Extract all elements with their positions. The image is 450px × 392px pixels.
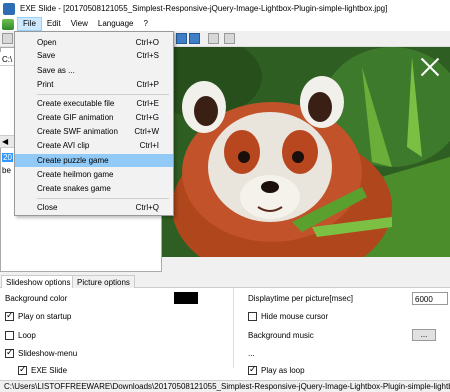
background-color-swatch[interactable] [174, 292, 198, 304]
preview-footer [162, 257, 450, 272]
image-preview [162, 47, 450, 257]
tab-slideshow-options[interactable]: Slideshow options [1, 275, 76, 288]
menu-help[interactable]: ? [138, 17, 152, 31]
previous-icon[interactable] [176, 33, 187, 44]
background-music-label: Background music [248, 331, 314, 340]
exe-slide-option[interactable]: EXE Slide [18, 364, 67, 375]
title-bar: EXE Slide - [20170508121055_Simplest-Res… [0, 0, 450, 17]
background-color-label: Background color [5, 294, 68, 303]
play-as-loop-option[interactable]: Play as loop [248, 364, 305, 375]
menu-item-create-puzzle[interactable]: Create puzzle game [15, 154, 173, 167]
browse-music-button[interactable]: ... [412, 329, 436, 341]
options-tabs: Slideshow options Picture options [0, 274, 450, 288]
app-menu-icon[interactable] [2, 18, 14, 30]
close-icon[interactable] [420, 57, 440, 77]
play-as-loop-checkbox[interactable] [248, 364, 257, 375]
scroll-left-icon[interactable]: ◀ [2, 137, 8, 146]
list-item[interactable]: 20 [2, 153, 13, 162]
play-on-startup-checkbox[interactable] [5, 310, 14, 321]
file-menu-dropdown: Open Ctrl+O Save Ctrl+S Save as ... Prin… [14, 31, 174, 216]
loop-checkbox[interactable] [5, 331, 14, 340]
window-title: EXE Slide - [20170508121055_Simplest-Res… [20, 4, 388, 13]
open-folder-icon[interactable] [2, 33, 13, 44]
menu-edit[interactable]: Edit [42, 17, 66, 31]
menu-item-open[interactable]: Open Ctrl+O [15, 36, 173, 49]
menu-item-create-snakes[interactable]: Create snakes game [15, 182, 173, 195]
displaytime-input[interactable]: 6000 [412, 292, 448, 305]
status-bar: C:\Users\LISTOFFREEWARE\Downloads\201705… [0, 380, 450, 392]
menu-item-create-swf[interactable]: Create SWF animation Ctrl+W [15, 125, 173, 138]
grid-icon[interactable] [208, 33, 219, 44]
slideshow-menu-checkbox[interactable] [5, 347, 14, 358]
menu-item-create-avi[interactable]: Create AVI clip Ctrl+I [15, 139, 173, 152]
menu-bar: File Edit View Language ? [0, 17, 450, 31]
menu-item-close[interactable]: Close Ctrl+Q [15, 201, 173, 214]
menu-item-create-heilmon[interactable]: Create heilmon game [15, 168, 173, 181]
hide-mouse-cursor-checkbox[interactable] [248, 312, 257, 321]
menu-language[interactable]: Language [93, 17, 139, 31]
column-divider [233, 288, 234, 368]
menu-item-save-as[interactable]: Save as ... [15, 64, 173, 77]
menu-item-print[interactable]: Print Ctrl+P [15, 78, 173, 91]
list-item[interactable]: be [2, 166, 11, 175]
menu-item-create-gif[interactable]: Create GIF animation Ctrl+G [15, 111, 173, 124]
red-panda-image [162, 47, 450, 257]
slideshow-options-panel: Background color Play on startup Loop Sl… [0, 288, 450, 380]
menu-item-create-executable[interactable]: Create executable file Ctrl+E [15, 97, 173, 110]
menu-view[interactable]: View [66, 17, 93, 31]
next-icon[interactable] [189, 33, 200, 44]
exe-slide-checkbox[interactable] [18, 364, 27, 375]
menu-separator [37, 198, 169, 199]
loop-option[interactable]: Loop [5, 331, 36, 340]
menu-file[interactable]: File [17, 17, 42, 31]
screen-icon[interactable] [224, 33, 235, 44]
displaytime-label: Displaytime per picture[msec] [248, 294, 353, 303]
slideshow-menu-option[interactable]: Slideshow-menu [5, 347, 77, 358]
menu-separator [37, 94, 169, 95]
menu-item-save[interactable]: Save Ctrl+S [15, 49, 173, 62]
app-icon [3, 2, 15, 15]
music-path-text: ... [248, 349, 255, 358]
tab-picture-options[interactable]: Picture options [72, 275, 135, 288]
play-on-startup-option[interactable]: Play on startup [5, 310, 71, 321]
hide-mouse-cursor-option[interactable]: Hide mouse cursor [248, 312, 328, 321]
